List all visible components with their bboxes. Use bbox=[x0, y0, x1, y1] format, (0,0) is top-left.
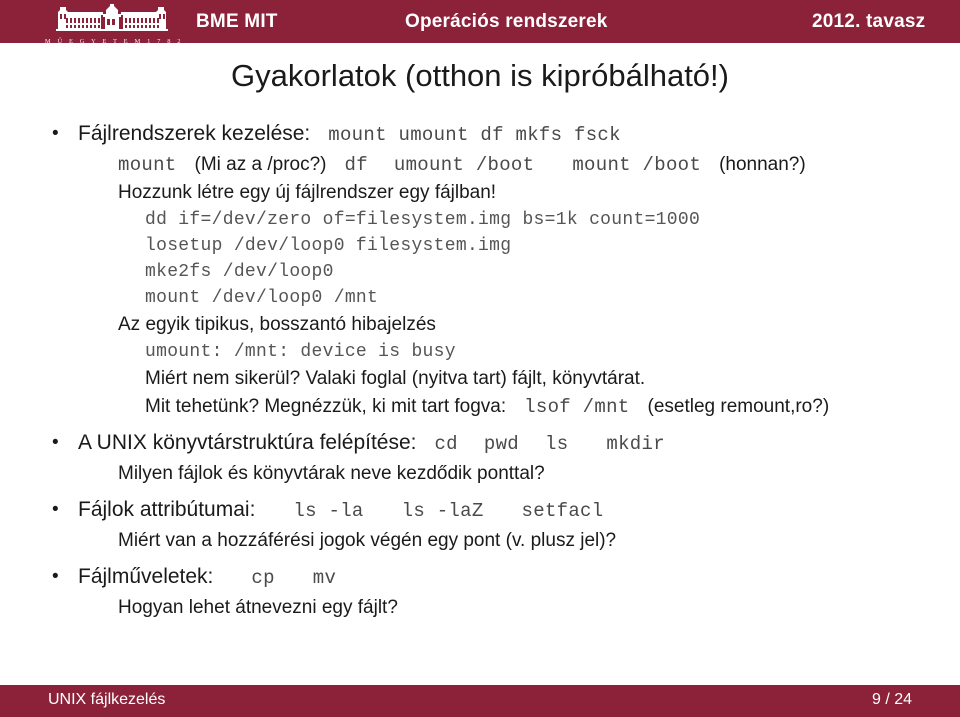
cmd-mv: mv bbox=[312, 567, 337, 589]
error-message-line: umount: /mnt: device is busy bbox=[0, 339, 960, 365]
list-item: • Fájlok attribútumai: ls -la ls -laZ setfa… bbox=[0, 494, 960, 527]
cmd-ls-la: ls -la bbox=[293, 500, 364, 522]
error-device-is-busy: umount: /mnt: device is busy bbox=[145, 342, 456, 362]
sub-item-what-to-do: Mit tehetünk? Megnézzük, ki mit tart fog… bbox=[0, 393, 960, 421]
bme-logo-caption: M Ű E G Y E T E M 1 7 8 2 bbox=[44, 38, 184, 45]
bme-logo: M Ű E G Y E T E M 1 7 8 2 bbox=[40, 3, 188, 45]
slide-footer: UNIX fájlkezelés 9 / 24 bbox=[0, 685, 960, 717]
sub-item-permissions-question: Miért van a hozzáférési jogok végén egy … bbox=[118, 530, 617, 551]
footer-section-title: UNIX fájlkezelés bbox=[48, 691, 166, 708]
code-line: dd if=/dev/zero of=filesystem.img bs=1k … bbox=[0, 207, 960, 233]
sub-item-create-fs: Hozzunk létre egy új fájlrendszer egy fá… bbox=[118, 182, 497, 203]
code-line: mount /dev/loop0 /mnt bbox=[0, 285, 960, 311]
cmd-mkdir: mkdir bbox=[606, 433, 665, 455]
footer-page-number: 9 / 24 bbox=[871, 691, 912, 708]
bullet-2-label: A UNIX könyvtárstruktúra felépítése: bbox=[78, 431, 417, 454]
cmd-mke2fs: mke2fs /dev/loop0 bbox=[145, 262, 334, 282]
note-mi-az-a-proc: (Mi az a /proc?) bbox=[194, 154, 327, 175]
cmd-pwd: pwd bbox=[483, 433, 519, 455]
cmd-ls-laz: ls -laZ bbox=[401, 500, 484, 522]
cmd-umount-boot: umount /boot bbox=[393, 154, 535, 176]
header-semester: 2012. tavasz bbox=[812, 11, 926, 32]
page-title: Gyakorlatok (otthon is kipróbálható!) bbox=[231, 58, 729, 93]
sub-item-proc-question: mount (Mi az a /proc?) df umount /boot mount… bbox=[0, 151, 960, 179]
bullet-1-label: Fájlrendszerek kezelése: bbox=[78, 122, 311, 145]
cmd-cp: cp bbox=[251, 567, 275, 589]
cmd-ls: ls bbox=[545, 433, 569, 455]
sub-item-why-failed: Miért nem sikerül? Valaki foglal (nyitva… bbox=[145, 368, 646, 389]
cmd-mount: mount bbox=[118, 154, 177, 176]
bullet-glyph: • bbox=[52, 566, 59, 587]
bullet-3-label: Fájlok attribútumai: bbox=[78, 498, 256, 521]
cmd-losetup: losetup /dev/loop0 filesystem.img bbox=[145, 236, 512, 256]
cmd-dd: dd if=/dev/zero of=filesystem.img bs=1k … bbox=[145, 210, 701, 230]
note-honnan: (honnan?) bbox=[719, 154, 806, 175]
list-item: • A UNIX könyvtárstruktúra felépítése: cd… bbox=[0, 427, 960, 460]
cmd-setfacl: setfacl bbox=[521, 500, 604, 522]
bullet-glyph: • bbox=[52, 499, 59, 520]
cmd-df: df bbox=[344, 154, 368, 176]
cmd-lsof: lsof /mnt bbox=[524, 396, 630, 418]
header-course-title: Operációs rendszerek bbox=[405, 11, 608, 32]
header-course-code: BME MIT bbox=[196, 11, 278, 32]
slide-content: • Fájlrendszerek kezelése: mount umount d… bbox=[0, 118, 960, 622]
bullet-glyph: • bbox=[52, 123, 59, 144]
list-item: • Fájlműveletek: cp mv bbox=[0, 561, 960, 594]
sub-item-typical-error: Az egyik tipikus, bosszantó hibajelzés bbox=[118, 314, 436, 335]
sub-item-dotfiles-question: Milyen fájlok és könyvtárak neve kezdődi… bbox=[118, 463, 545, 484]
bullet-glyph: • bbox=[52, 432, 59, 453]
code-line: mke2fs /dev/loop0 bbox=[0, 259, 960, 285]
bullet-1-commands: mount umount df mkfs fsck bbox=[328, 124, 621, 146]
code-line: losetup /dev/loop0 filesystem.img bbox=[0, 233, 960, 259]
sub-item-rename-question: Hogyan lehet átnevezni egy fájlt? bbox=[118, 597, 398, 618]
cmd-cd: cd bbox=[434, 433, 458, 455]
what-to-do-text: Mit tehetünk? Megnézzük, ki mit tart fog… bbox=[145, 396, 507, 417]
cmd-mount-boot: mount /boot bbox=[572, 154, 702, 176]
slide-header: M Ű E G Y E T E M 1 7 8 2 BME MIT Operác… bbox=[0, 0, 960, 45]
list-item: • Fájlrendszerek kezelése: mount umount d… bbox=[0, 118, 960, 151]
bullet-4-label: Fájlműveletek: bbox=[78, 565, 214, 588]
bme-building-icon bbox=[56, 4, 168, 31]
note-remount-ro: (esetleg remount,ro?) bbox=[647, 396, 830, 417]
cmd-mount-loop0: mount /dev/loop0 /mnt bbox=[145, 288, 379, 308]
